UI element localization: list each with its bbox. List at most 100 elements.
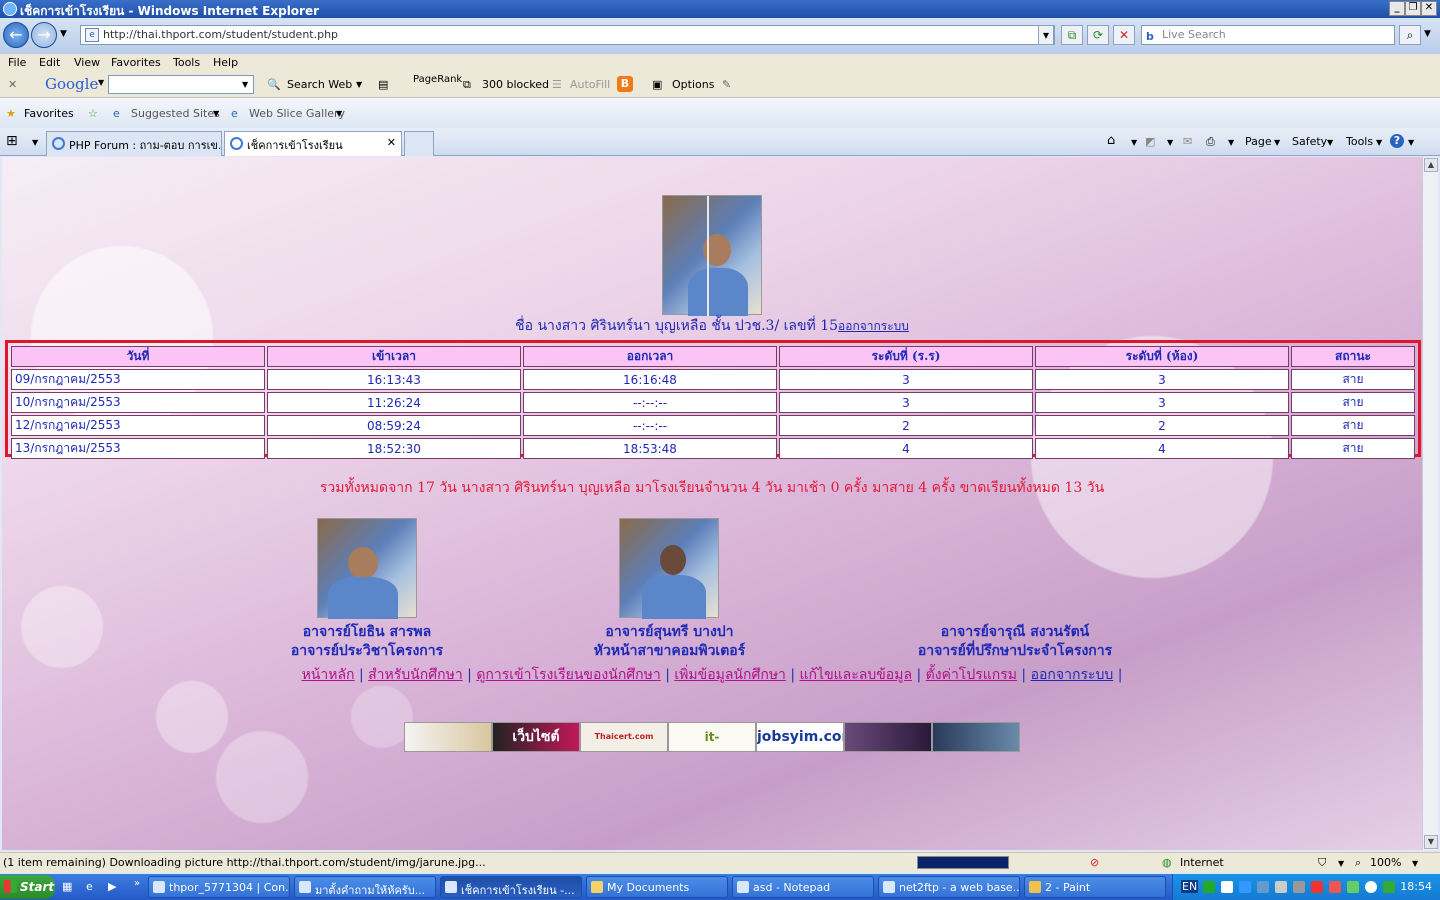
quicklaunch-ie-icon[interactable]: e — [86, 880, 93, 893]
quicklaunch-more-icon[interactable]: » — [134, 878, 140, 889]
history-dropdown-icon[interactable]: ▼ — [60, 29, 67, 39]
suggested-sites-link[interactable]: Suggested Sites — [131, 107, 220, 120]
google-search-input[interactable] — [108, 75, 254, 94]
address-dropdown-icon[interactable]: ▾ — [1038, 25, 1054, 45]
banner-thaicert[interactable]: Thaicert.com — [580, 722, 668, 752]
banner-website[interactable]: เว็บไซต์ — [492, 722, 580, 752]
autofill-button[interactable]: AutoFill — [570, 78, 610, 91]
pagerank-label[interactable]: PageRank — [413, 74, 462, 85]
options-button[interactable]: Options — [672, 78, 714, 91]
task-forum-question[interactable]: มาตั้งคำถามให้ห้ครับ... — [294, 876, 436, 898]
tray-app-icon[interactable] — [1293, 881, 1305, 893]
tray-app-icon[interactable] — [1275, 881, 1287, 893]
help-icon[interactable]: ? — [1390, 134, 1404, 148]
banner-6[interactable] — [844, 722, 932, 752]
compatibility-icon[interactable]: ⧉ — [1061, 25, 1083, 45]
home-dropdown-icon[interactable]: ▼ — [1131, 138, 1137, 147]
web-slice-dropdown-icon[interactable]: ▼ — [336, 109, 342, 118]
banner-jobsyim[interactable]: jobsyim.com — [756, 722, 844, 752]
tab-check-attendance[interactable]: เช็คการเข้าโรงเรียน ✕ — [224, 131, 402, 156]
language-indicator[interactable]: EN — [1181, 880, 1199, 893]
protected-mode-dropdown-icon[interactable]: ▼ — [1338, 859, 1344, 868]
print-icon[interactable]: ⎙ — [1206, 135, 1215, 149]
show-desktop-icon[interactable]: ▦ — [62, 880, 72, 893]
page-menu[interactable]: Page — [1245, 135, 1272, 148]
forward-button[interactable]: → — [31, 22, 57, 48]
scroll-down-icon[interactable]: ▼ — [1424, 835, 1438, 849]
logout-link-inline[interactable]: ออกจากระบบ — [838, 319, 909, 333]
address-bar[interactable]: e http://thai.thport.com/student/student… — [80, 25, 1055, 45]
tray-app-icon[interactable] — [1311, 881, 1323, 893]
help-dropdown-icon[interactable]: ▼ — [1408, 138, 1414, 147]
suggested-sites-dropdown-icon[interactable]: ▼ — [213, 109, 219, 118]
task-my-documents[interactable]: My Documents — [586, 876, 728, 898]
news-icon[interactable]: ▤ — [378, 78, 388, 91]
zoom-level[interactable]: 100% — [1370, 856, 1401, 869]
google-logo[interactable]: Google — [45, 75, 98, 93]
google-search-dropdown-icon[interactable]: ▼ — [242, 80, 248, 89]
safety-menu[interactable]: Safety — [1292, 135, 1327, 148]
feeds-icon[interactable]: ◩ — [1145, 135, 1155, 148]
link-view-attendance[interactable]: ดูการเข้าโรงเรียนของนักศึกษา — [476, 667, 660, 683]
task-paint[interactable]: 2 - Paint — [1024, 876, 1166, 898]
google-menu-icon[interactable]: ▼ — [98, 78, 104, 87]
pencil-icon[interactable]: ✎ — [722, 78, 731, 91]
stop-icon[interactable]: ✕ — [1113, 25, 1135, 45]
web-slice-link[interactable]: Web Slice Gallery — [249, 107, 345, 120]
popup-blocked-button[interactable]: 300 blocked — [482, 78, 549, 91]
protected-mode-icon[interactable]: ⛉ — [1318, 856, 1326, 870]
close-tab-icon[interactable]: ✕ — [387, 136, 396, 149]
menu-edit[interactable]: Edit — [39, 56, 60, 69]
tools-menu[interactable]: Tools — [1346, 135, 1373, 148]
vertical-scrollbar[interactable]: ▲ ▼ — [1422, 157, 1438, 850]
tray-app-icon[interactable] — [1203, 881, 1215, 893]
link-home[interactable]: หน้าหลัก — [302, 667, 355, 683]
close-window-button[interactable]: ✕ — [1421, 1, 1437, 16]
quicklaunch-media-icon[interactable]: ▶ — [108, 880, 116, 893]
banner-it-socool[interactable]: it-socool.com — [668, 722, 756, 752]
search-icon[interactable]: ⌕ — [1399, 25, 1421, 45]
search-options-icon[interactable]: ▼ — [1424, 29, 1431, 39]
back-button[interactable]: ← — [3, 22, 29, 48]
mail-icon[interactable]: ✉ — [1183, 135, 1192, 148]
tab-list-icon[interactable]: ▼ — [32, 138, 38, 147]
tray-app-icon[interactable] — [1383, 881, 1395, 893]
link-settings[interactable]: ตั้งค่าโปรแกรม — [926, 667, 1017, 683]
link-logout[interactable]: ออกจากระบบ — [1031, 667, 1114, 683]
link-add-student[interactable]: เพิ่มข้อมูลนักศึกษา — [674, 667, 786, 683]
maximize-button[interactable]: ❐ — [1405, 1, 1421, 16]
link-for-students[interactable]: สำหรับนักศึกษา — [368, 667, 463, 683]
banner-1[interactable] — [404, 722, 492, 752]
task-thport[interactable]: thpor_5771304 | Con... — [148, 876, 290, 898]
safety-dropdown-icon[interactable]: ▼ — [1327, 138, 1333, 147]
tab-php-forum[interactable]: PHP Forum : ถาม-ตอบ การเข... — [46, 131, 222, 156]
scroll-up-icon[interactable]: ▲ — [1424, 158, 1438, 172]
menu-tools[interactable]: Tools — [173, 56, 200, 69]
new-tab-button[interactable] — [404, 131, 434, 156]
menu-file[interactable]: File — [8, 56, 26, 69]
tray-app-icon[interactable] — [1257, 881, 1269, 893]
favorites-button[interactable]: Favorites — [24, 107, 74, 120]
search-web-button[interactable]: Search Web — [287, 78, 352, 91]
banner-7[interactable] — [932, 722, 1020, 752]
task-net2ftp[interactable]: net2ftp - a web base... — [878, 876, 1020, 898]
blogger-icon[interactable]: B — [617, 76, 633, 92]
minimize-button[interactable]: _ — [1389, 1, 1405, 16]
task-attendance[interactable]: เช็คการเข้าโรงเรียน -... — [440, 876, 582, 898]
menu-view[interactable]: View — [74, 56, 100, 69]
tray-app-icon[interactable] — [1365, 881, 1377, 893]
feeds-dropdown-icon[interactable]: ▼ — [1167, 138, 1173, 147]
page-dropdown-icon[interactable]: ▼ — [1274, 138, 1280, 147]
task-notepad[interactable]: asd - Notepad — [732, 876, 874, 898]
privacy-icon[interactable]: ⊘ — [1090, 856, 1099, 869]
tools-dropdown-icon[interactable]: ▼ — [1376, 138, 1382, 147]
live-search-input[interactable]: b Live Search — [1141, 25, 1395, 45]
tray-app-icon[interactable] — [1347, 881, 1359, 893]
tray-app-icon[interactable] — [1221, 881, 1233, 893]
add-favorites-icon[interactable]: ☆ — [88, 107, 98, 120]
home-icon[interactable]: ⌂ — [1107, 133, 1115, 148]
start-button[interactable]: Start — [0, 875, 55, 899]
search-web-dropdown-icon[interactable]: ▼ — [356, 80, 362, 89]
print-dropdown-icon[interactable]: ▼ — [1228, 138, 1234, 147]
quick-tabs-icon[interactable]: ⊞ — [6, 133, 18, 149]
